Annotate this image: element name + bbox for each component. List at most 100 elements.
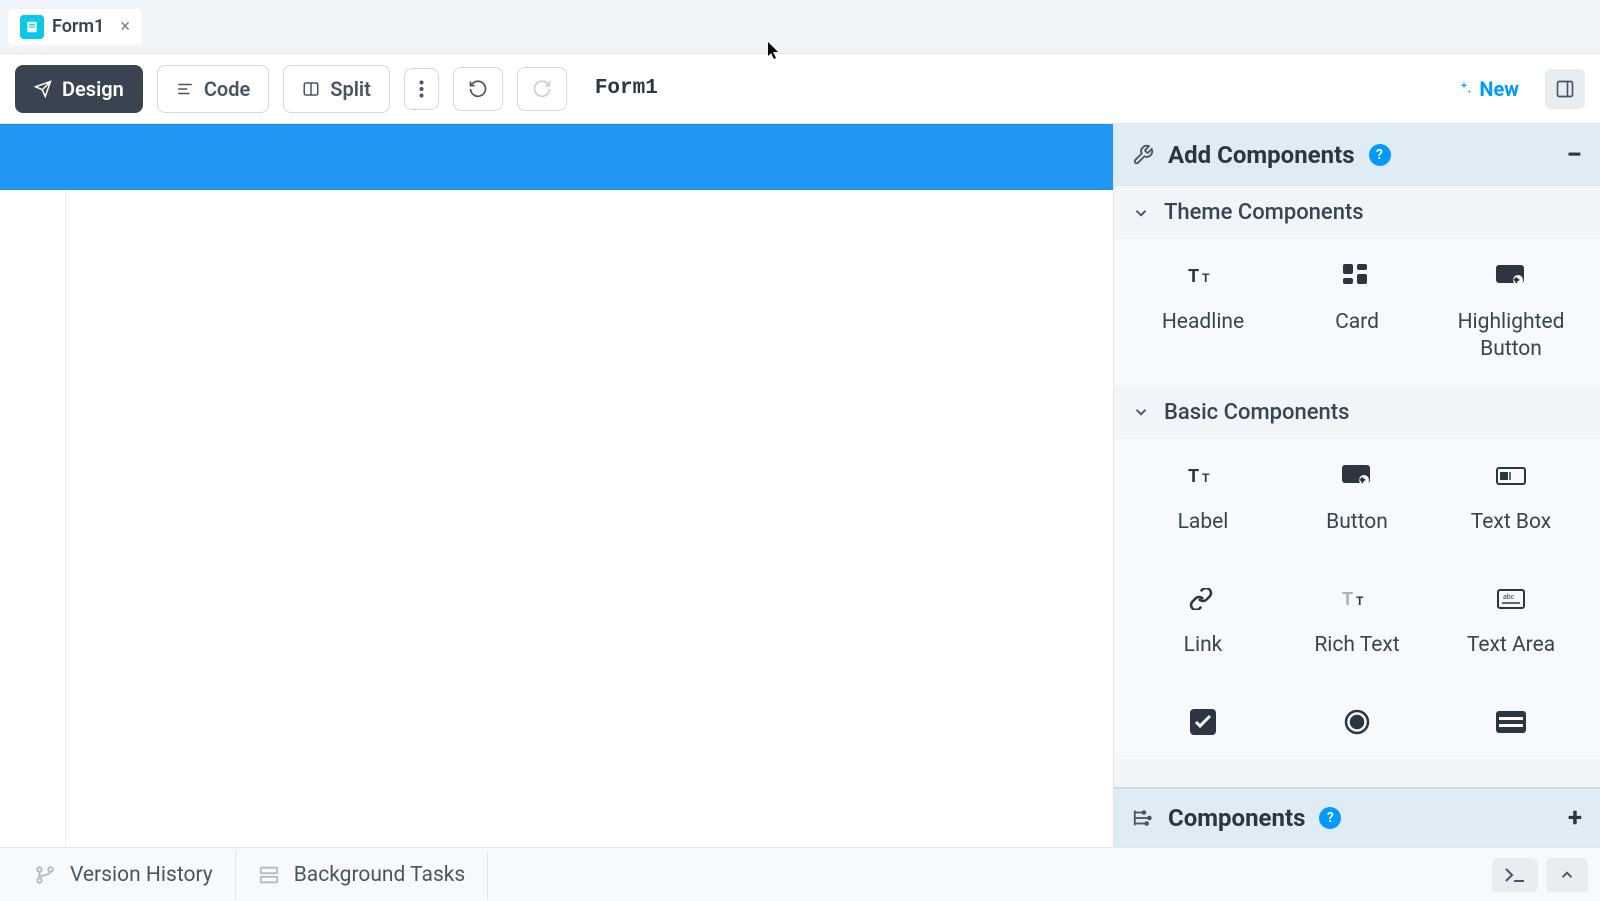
basic-components-grid: TT Label Button Text Box [1114, 439, 1600, 760]
button-icon [1337, 461, 1377, 491]
text-box-icon [1491, 461, 1531, 491]
rich-text-label: Rich Text [1314, 632, 1399, 659]
svg-text:T: T [1356, 594, 1364, 608]
rich-text-icon: TT [1337, 584, 1377, 614]
design-label: Design [62, 77, 124, 101]
help-icon[interactable]: ? [1319, 807, 1341, 829]
label-icon: TT [1183, 461, 1223, 491]
svg-text:T: T [1202, 271, 1210, 285]
tab-bar: Form1 × [0, 0, 1600, 54]
canvas-body [0, 190, 1113, 847]
bottom-bar: Version History Background Tasks [0, 847, 1600, 901]
layout-icon [1555, 79, 1575, 99]
add-components-header[interactable]: Add Components ? − [1114, 124, 1600, 186]
canvas-header-bar [0, 124, 1113, 190]
components-panel-body: Theme Components TT Headline Card [1114, 186, 1600, 787]
new-button[interactable]: New [1443, 66, 1531, 112]
main-area: Add Components ? − Theme Components TT H… [0, 124, 1600, 847]
form-title: Form1 [595, 77, 658, 100]
headline-icon: TT [1183, 261, 1223, 291]
component-card[interactable]: Card [1282, 239, 1432, 386]
checkbox-icon [1183, 707, 1223, 737]
label-label: Label [1178, 509, 1229, 536]
paper-plane-icon [34, 80, 52, 98]
expand-panel-button[interactable] [1546, 858, 1588, 892]
redo-icon [532, 79, 552, 99]
layout-toggle-button[interactable] [1545, 69, 1585, 109]
radio-icon [1337, 707, 1377, 737]
background-tasks-button[interactable]: Background Tasks [236, 851, 489, 899]
svg-text:T: T [1188, 466, 1199, 487]
branch-icon [34, 864, 56, 886]
tab-form1[interactable]: Form1 × [8, 9, 142, 45]
component-headline[interactable]: TT Headline [1128, 239, 1278, 386]
lines-icon [176, 80, 194, 98]
text-area-icon: abc [1491, 584, 1531, 614]
version-history-button[interactable]: Version History [12, 851, 236, 899]
card-label: Card [1335, 309, 1379, 336]
link-icon [1183, 584, 1223, 614]
redo-button[interactable] [517, 67, 567, 111]
help-icon[interactable]: ? [1369, 144, 1391, 166]
chevron-up-icon [1558, 866, 1576, 884]
background-tasks-label: Background Tasks [294, 863, 466, 887]
right-panel: Add Components ? − Theme Components TT H… [1113, 124, 1600, 847]
headline-label: Headline [1162, 309, 1244, 336]
link-label: Link [1184, 632, 1223, 659]
component-rich-text[interactable]: TT Rich Text [1282, 562, 1432, 681]
wrench-icon [1132, 144, 1154, 166]
card-icon [1337, 261, 1377, 291]
theme-components-grid: TT Headline Card Highlighted Button [1114, 239, 1600, 386]
add-components-title: Add Components [1168, 141, 1355, 169]
component-label[interactable]: TT Label [1128, 439, 1278, 558]
chevron-down-icon [1132, 204, 1150, 222]
design-button[interactable]: Design [15, 65, 143, 113]
more-button[interactable] [404, 68, 439, 110]
collapse-icon[interactable]: − [1566, 138, 1582, 171]
chevron-down-icon [1132, 403, 1150, 421]
button-label: Button [1326, 509, 1388, 536]
component-checkbox[interactable] [1128, 685, 1278, 759]
svg-text:T: T [1202, 471, 1210, 485]
split-icon [302, 80, 320, 98]
highlighted-button-icon [1491, 261, 1531, 291]
highlighted-button-label: Highlighted Button [1444, 309, 1578, 364]
component-highlighted-button[interactable]: Highlighted Button [1436, 239, 1586, 386]
tab-label: Form1 [52, 16, 104, 37]
component-radio[interactable] [1282, 685, 1432, 759]
component-link[interactable]: Link [1128, 562, 1278, 681]
form-icon [20, 15, 44, 39]
components-title: Components [1168, 804, 1305, 832]
split-label: Split [330, 77, 371, 101]
design-canvas[interactable] [0, 124, 1113, 847]
components-panel-header[interactable]: Components ? + [1114, 787, 1600, 847]
split-button[interactable]: Split [283, 65, 390, 113]
dropdown-icon [1491, 707, 1531, 737]
svg-text:T: T [1342, 589, 1353, 610]
terminal-icon [1504, 866, 1526, 884]
close-icon[interactable]: × [120, 16, 130, 37]
text-area-label: Text Area [1467, 632, 1555, 659]
version-history-label: Version History [70, 863, 213, 887]
code-label: Code [204, 77, 250, 101]
expand-icon[interactable]: + [1568, 803, 1582, 833]
component-button[interactable]: Button [1282, 439, 1432, 558]
basic-section-title: Basic Components [1164, 400, 1349, 425]
dots-vertical-icon [419, 80, 424, 98]
terminal-button[interactable] [1492, 858, 1538, 892]
component-dropdown[interactable] [1436, 685, 1586, 759]
toolbar: Design Code Split Form1 New [0, 54, 1600, 124]
component-text-area[interactable]: abc Text Area [1436, 562, 1586, 681]
undo-button[interactable] [453, 67, 503, 111]
sparkle-icon [1455, 80, 1473, 98]
undo-icon [468, 79, 488, 99]
tasks-icon [258, 864, 280, 886]
basic-components-section[interactable]: Basic Components [1114, 386, 1600, 439]
theme-section-title: Theme Components [1164, 200, 1364, 225]
code-button[interactable]: Code [157, 65, 269, 113]
new-label: New [1479, 77, 1519, 101]
component-text-box[interactable]: Text Box [1436, 439, 1586, 558]
text-box-label: Text Box [1471, 509, 1551, 536]
theme-components-section[interactable]: Theme Components [1114, 186, 1600, 239]
svg-text:abc: abc [1503, 593, 1515, 601]
